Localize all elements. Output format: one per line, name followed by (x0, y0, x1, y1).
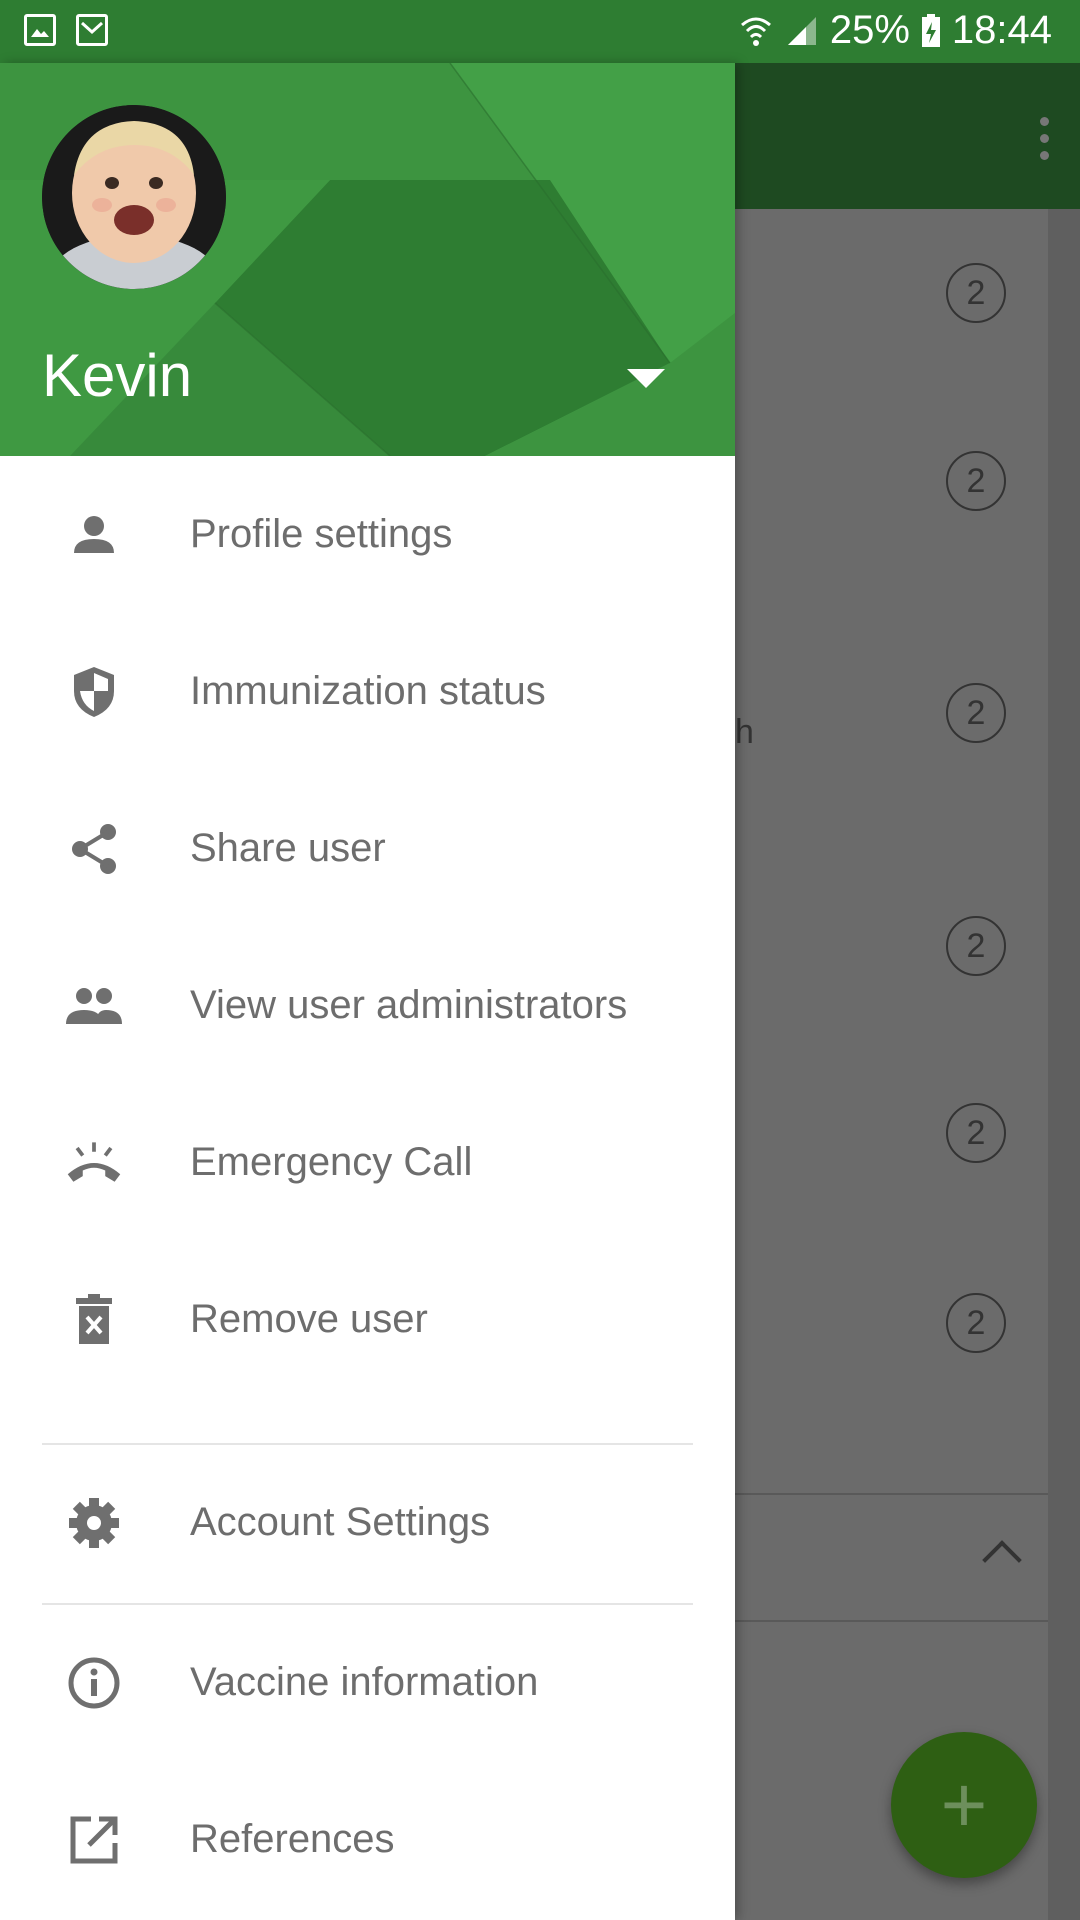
menu-item-vaccine-information[interactable]: Vaccine information (0, 1604, 735, 1761)
gallery-notification-icon (24, 14, 56, 46)
menu-item-account-settings[interactable]: Account Settings (0, 1444, 735, 1601)
chevron-up-icon[interactable] (982, 1540, 1022, 1580)
count-badge: 2 (946, 1293, 1006, 1353)
status-bar: 25% 18:44 (0, 0, 1080, 63)
more-options-icon[interactable] (1040, 117, 1050, 163)
person-icon (64, 505, 124, 565)
account-switcher-dropdown-icon[interactable] (627, 369, 665, 388)
share-icon (64, 819, 124, 879)
account-name: Kevin (42, 342, 193, 409)
battery-percent: 25% (829, 8, 910, 52)
scrollbar-track (1048, 209, 1080, 1920)
menu-item-label: Profile settings (190, 512, 453, 556)
open-in-new-icon (64, 1810, 124, 1870)
list-item-text-peek: h (735, 713, 754, 751)
mail-notification-icon (76, 14, 108, 46)
count-badge: 2 (946, 683, 1006, 743)
gear-icon (64, 1493, 124, 1553)
shield-icon (64, 662, 124, 722)
menu-item-label: Immunization status (190, 669, 546, 713)
people-icon (64, 976, 124, 1036)
menu-item-immunization-status[interactable]: Immunization status (0, 613, 735, 770)
info-icon (64, 1653, 124, 1713)
wifi-icon (740, 17, 771, 46)
signal-icon (787, 16, 816, 45)
drawer-header: Kevin (0, 63, 735, 456)
navigation-drawer: Kevin Profile settings Immunization stat… (0, 63, 735, 1920)
menu-item-profile-settings[interactable]: Profile settings (0, 456, 735, 613)
menu-item-emergency-call[interactable]: Emergency Call (0, 1084, 735, 1241)
menu-item-view-user-administrators[interactable]: View user administrators (0, 927, 735, 1084)
battery-charging-icon (921, 13, 940, 47)
count-badge: 2 (946, 263, 1006, 323)
menu-item-label: References (190, 1817, 395, 1861)
count-badge: 2 (946, 916, 1006, 976)
clock: 18:44 (951, 8, 1052, 52)
menu-item-remove-user[interactable]: Remove user (0, 1241, 735, 1398)
menu-item-label: View user administrators (190, 983, 628, 1027)
menu-item-references[interactable]: References (0, 1761, 735, 1918)
user-avatar[interactable] (42, 105, 226, 289)
menu-item-label: Vaccine information (190, 1660, 539, 1704)
add-fab-button[interactable]: + (891, 1732, 1037, 1878)
count-badge: 2 (946, 451, 1006, 511)
menu-item-label: Remove user (190, 1297, 428, 1341)
delete-icon (64, 1290, 124, 1350)
menu-item-label: Share user (190, 826, 386, 870)
ring-phone-icon (64, 1133, 124, 1193)
menu-item-share-user[interactable]: Share user (0, 770, 735, 927)
menu-item-label: Account Settings (190, 1500, 491, 1544)
count-badge: 2 (946, 1103, 1006, 1163)
menu-item-label: Emergency Call (190, 1140, 473, 1184)
